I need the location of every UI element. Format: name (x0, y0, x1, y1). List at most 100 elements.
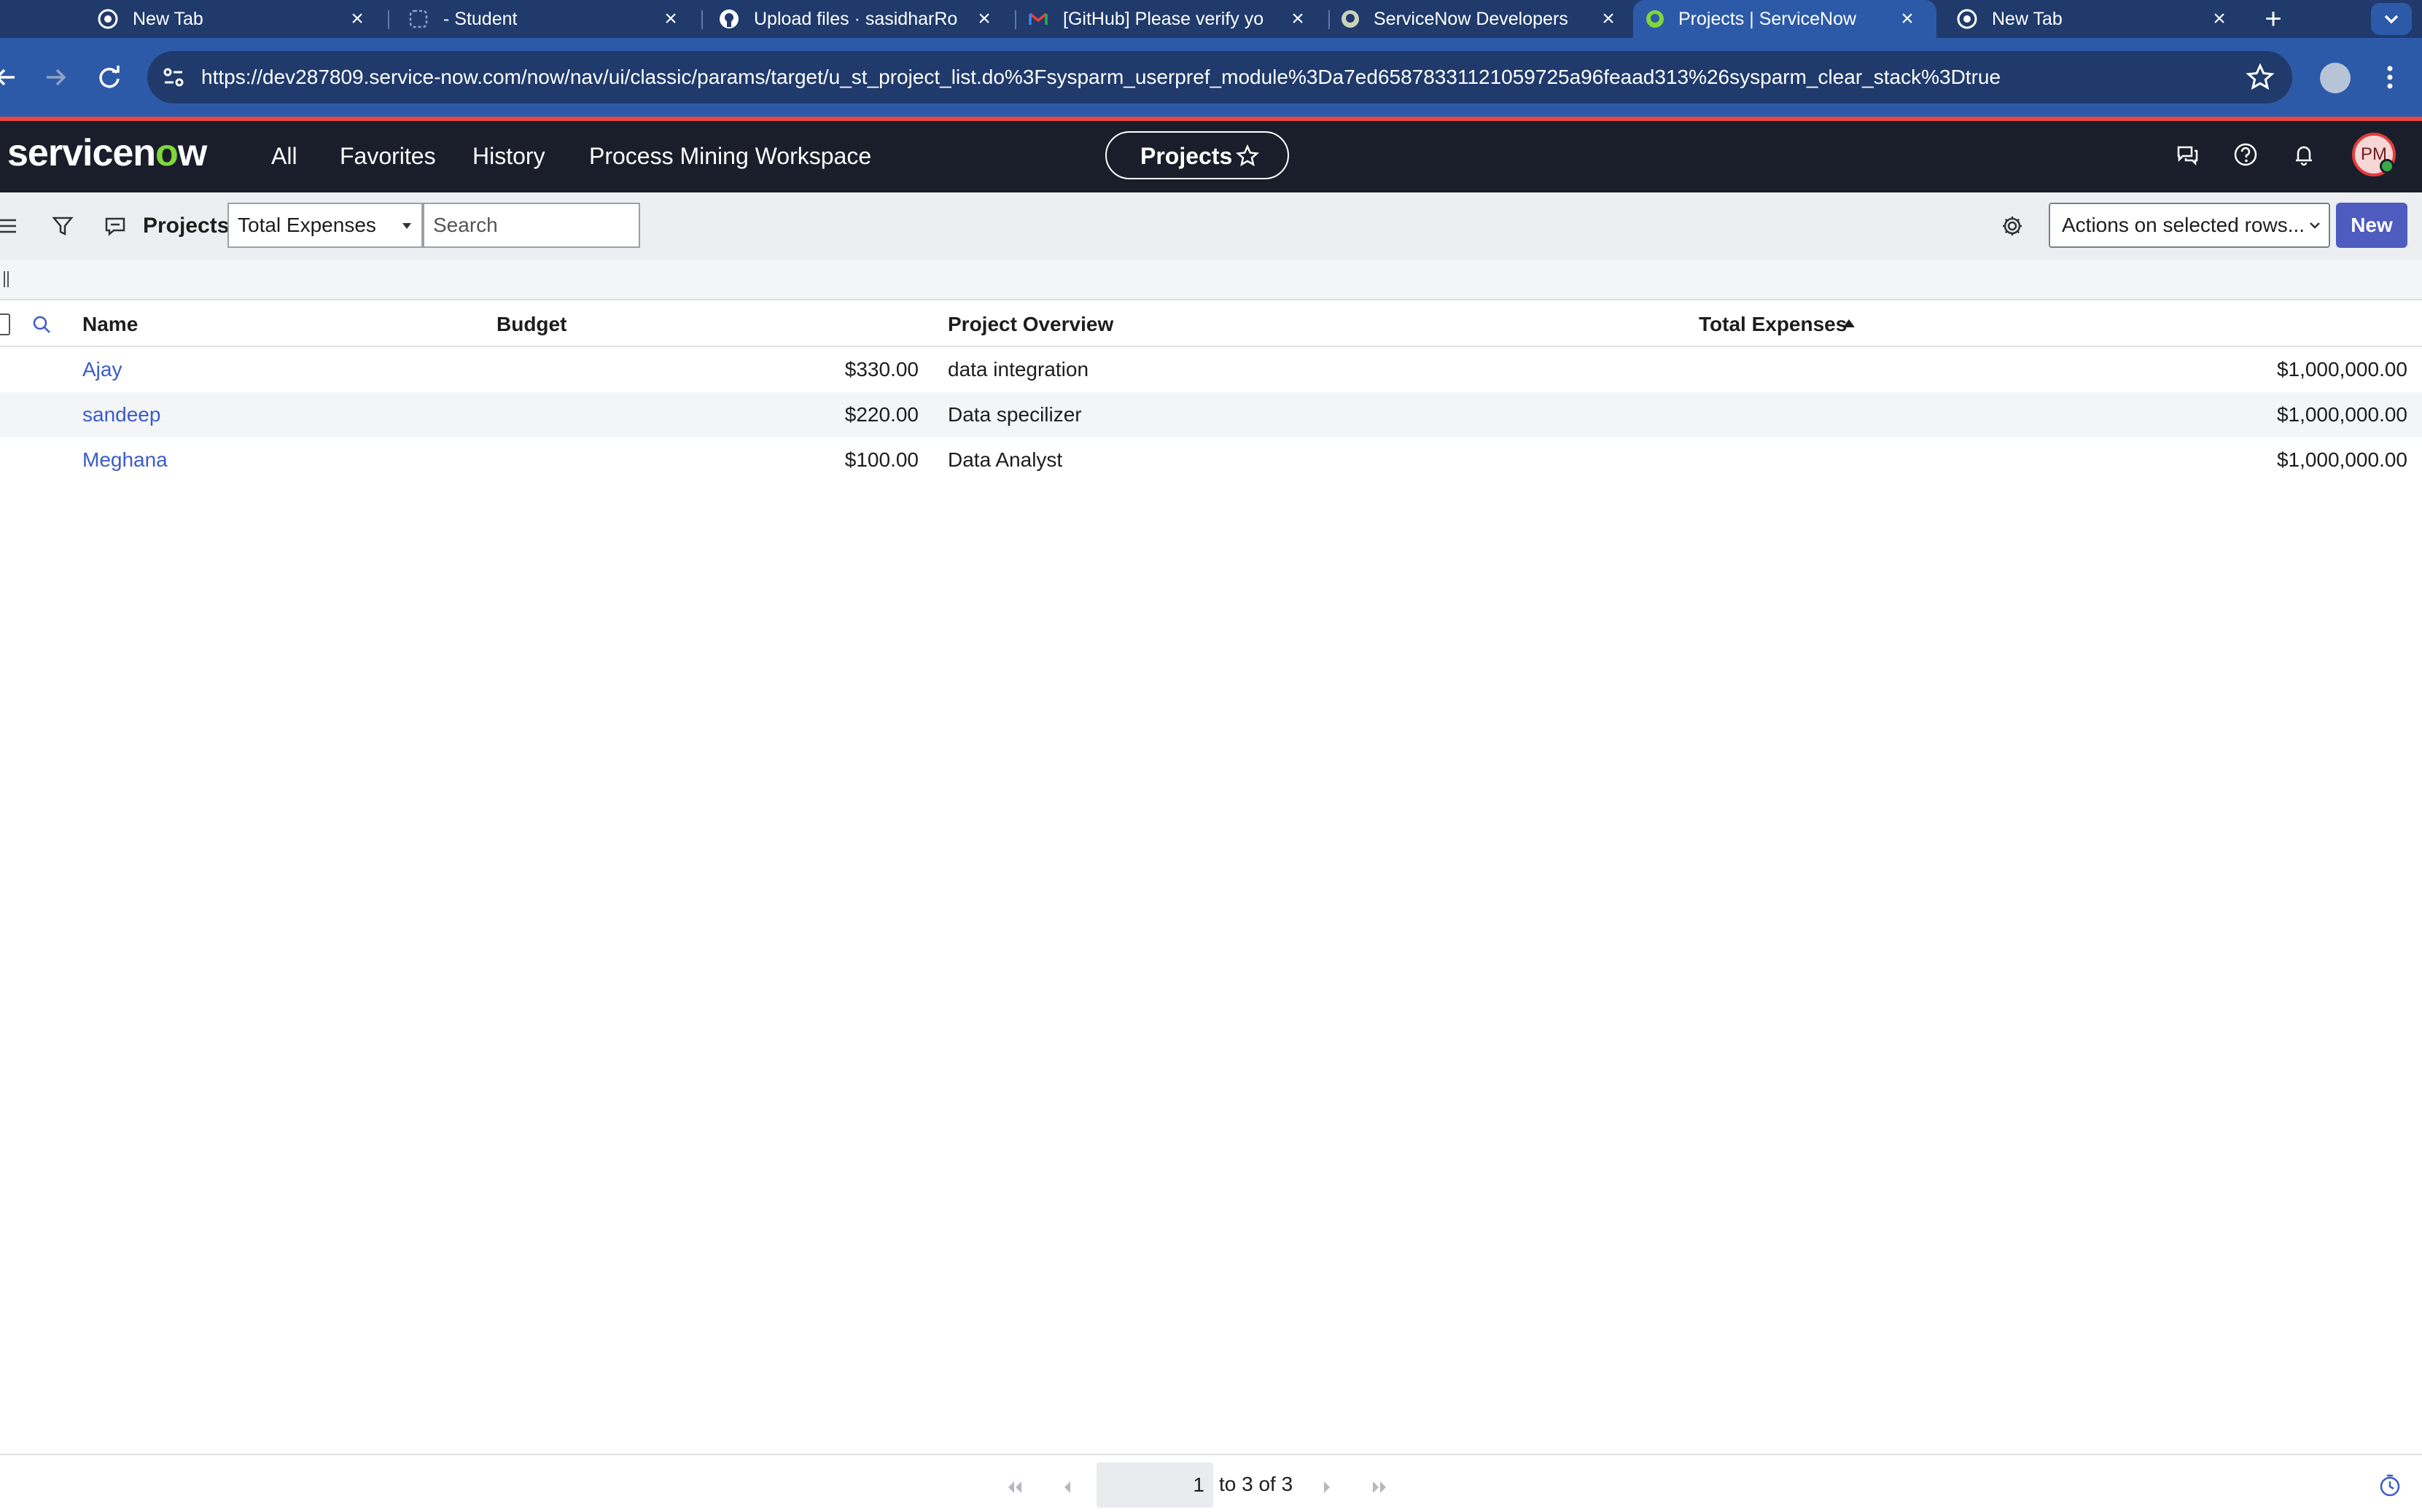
actions-select[interactable]: Actions on selected rows... (2049, 203, 2330, 248)
browser-tab-projects-servicenow[interactable]: Projects | ServiceNow × (1633, 0, 1936, 38)
tab-title: Projects | ServiceNow (1678, 9, 1857, 29)
table-row: Meghana $100.00 Data Analyst $1,000,000.… (0, 437, 2422, 483)
budget-cell: $220.00 (844, 403, 919, 426)
logo-text-end: w (177, 132, 207, 174)
browser-tab-new-tab[interactable]: New Tab × (80, 0, 386, 38)
name-link[interactable]: Meghana (82, 447, 168, 473)
servicenow-logo[interactable]: servicenow (7, 130, 207, 176)
context-title: Projects (1140, 143, 1233, 169)
hamburger-icon[interactable] (0, 211, 25, 241)
last-page-icon[interactable] (1366, 1474, 1393, 1500)
favorite-star-icon[interactable] (1235, 144, 1260, 169)
actions-select-value: Actions on selected rows... (2062, 214, 2305, 236)
menu-process-mining-workspace[interactable]: Process Mining Workspace (589, 140, 871, 172)
caret-down-icon (402, 223, 411, 229)
first-page-icon[interactable] (1002, 1474, 1028, 1500)
clock-icon[interactable] (2377, 1473, 2403, 1499)
browser-tab-strip: New Tab × - Student × Upload files · sas… (0, 0, 2422, 38)
search-field-value: Total Expenses (238, 214, 376, 236)
logo-text-start: servicen (7, 132, 156, 174)
gmail-icon (1029, 12, 1048, 25)
chrome-icon (98, 9, 118, 29)
list-controls-bar: Projects Total Expenses Actions on selec… (0, 192, 2422, 260)
list-title: Projects (143, 214, 230, 238)
name-link[interactable]: Ajay (82, 356, 122, 383)
next-page-icon[interactable] (1314, 1474, 1340, 1500)
servicenow-header: servicenow All Favorites History Process… (0, 121, 2422, 192)
previous-page-icon[interactable] (1054, 1474, 1080, 1500)
logo-text-o: o (155, 132, 179, 174)
menu-history[interactable]: History (472, 140, 545, 172)
breadcrumb-handle-icon[interactable] (3, 270, 10, 289)
breadcrumb (0, 260, 2422, 300)
tab-title: ServiceNow Developers (1374, 9, 1568, 29)
search-input[interactable] (423, 203, 640, 248)
column-header-total-expenses[interactable]: Total Expenses (1699, 312, 1847, 337)
table-header: Name Budget Project Overview Total Expen… (0, 302, 2422, 347)
close-icon[interactable]: × (971, 6, 997, 32)
reload-icon[interactable] (89, 57, 130, 98)
total-expenses-cell: $1,000,000.00 (2276, 448, 2407, 471)
filter-icon[interactable] (48, 211, 77, 241)
browser-tab-new-tab[interactable]: New Tab × (1939, 0, 2248, 38)
help-icon[interactable] (2231, 140, 2260, 169)
sort-ascending-icon[interactable] (1843, 319, 1855, 327)
more-menu-icon[interactable] (2375, 57, 2405, 98)
table-row: sandeep $220.00 Data specilizer $1,000,0… (0, 392, 2422, 437)
back-icon[interactable] (0, 57, 31, 98)
chat-icon[interactable] (2173, 140, 2202, 169)
tab-search-button[interactable] (2371, 3, 2412, 35)
chevron-down-icon (2384, 15, 2399, 24)
tab-separator (1328, 10, 1330, 29)
table-row: Ajay $330.00 data integration $1,000,000… (0, 347, 2422, 392)
servicenow-icon (1646, 10, 1664, 28)
menu-favorites[interactable]: Favorites (340, 140, 436, 172)
tab-title: Upload files · sasidharRo (754, 9, 958, 29)
gear-icon[interactable] (1998, 211, 2027, 241)
address-bar[interactable]: https://dev287809.service-now.com/now/na… (147, 51, 2292, 104)
budget-cell: $330.00 (844, 358, 919, 381)
search-field-select[interactable]: Total Expenses (227, 203, 423, 248)
name-link[interactable]: sandeep (82, 402, 160, 428)
close-icon[interactable]: × (2206, 6, 2232, 32)
column-header-project-overview[interactable]: Project Overview (948, 312, 1113, 337)
browser-tab-gmail[interactable]: [GitHub] Please verify yo × (1018, 0, 1327, 38)
close-icon[interactable]: × (344, 6, 370, 32)
close-icon[interactable]: × (1894, 6, 1920, 32)
bookmark-star-icon[interactable] (2244, 61, 2276, 93)
overview-cell: Data Analyst (948, 448, 1063, 471)
browser-tab-servicenow-developers[interactable]: ServiceNow Developers × (1331, 0, 1638, 38)
chevron-down-icon (2310, 222, 2320, 229)
close-icon[interactable]: × (1595, 6, 1621, 32)
column-header-name[interactable]: Name (82, 312, 138, 337)
overview-cell: data integration (948, 358, 1089, 381)
close-icon[interactable]: × (1285, 6, 1311, 32)
browser-toolbar: https://dev287809.service-now.com/now/na… (0, 38, 2422, 117)
page-number-input[interactable] (1097, 1462, 1213, 1508)
select-all-checkbox[interactable] (0, 313, 10, 335)
browser-tab-student[interactable]: - Student × (391, 0, 700, 38)
budget-cell: $100.00 (844, 448, 919, 471)
context-title-pill[interactable]: Projects (1105, 131, 1289, 179)
tab-separator (701, 10, 703, 29)
overview-cell: Data specilizer (948, 403, 1082, 426)
forward-icon[interactable] (35, 57, 76, 98)
bell-icon[interactable] (2289, 140, 2318, 169)
column-header-budget[interactable]: Budget (497, 312, 566, 337)
pagination-bar: to 3 of 3 (0, 1454, 2422, 1512)
profile-avatar[interactable] (2320, 63, 2351, 93)
chrome-icon (1957, 9, 1977, 29)
tab-title: [GitHub] Please verify yo (1063, 9, 1264, 29)
presence-indicator (2380, 159, 2394, 174)
site-info-icon[interactable] (157, 61, 190, 93)
new-tab-button[interactable]: + (2257, 3, 2289, 35)
new-button[interactable]: New (2336, 203, 2407, 248)
menu-all[interactable]: All (271, 140, 297, 172)
close-icon[interactable]: × (658, 6, 684, 32)
search-icon[interactable] (31, 313, 52, 335)
total-expenses-cell: $1,000,000.00 (2276, 403, 2407, 426)
comment-icon[interactable] (101, 211, 130, 241)
tab-separator (1015, 10, 1016, 29)
url-text[interactable]: https://dev287809.service-now.com/now/na… (201, 64, 2001, 90)
browser-tab-github-upload[interactable]: Upload files · sasidharRo × (704, 0, 1013, 38)
